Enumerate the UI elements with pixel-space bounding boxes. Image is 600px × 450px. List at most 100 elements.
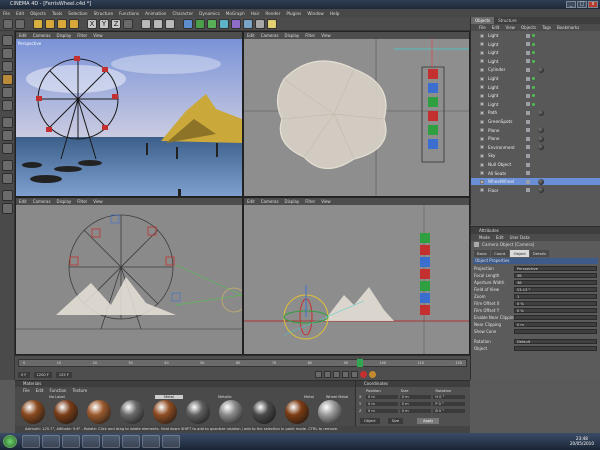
rotation-field[interactable]: H 0 ° bbox=[433, 395, 466, 399]
make-editable-icon[interactable] bbox=[2, 35, 13, 46]
workplane-icon[interactable] bbox=[2, 203, 13, 214]
object-list[interactable]: Light Light Light Light Cylinder Light Light Li… bbox=[471, 32, 600, 222]
menu-plugins[interactable]: Plugins bbox=[286, 11, 301, 16]
apply-button[interactable]: Apply bbox=[417, 417, 440, 424]
menu-edit[interactable]: Edit bbox=[16, 11, 24, 16]
start-frame-field[interactable]: 0 F bbox=[18, 371, 30, 378]
visibility-toggle[interactable] bbox=[526, 110, 530, 115]
rotation-dropdown[interactable]: Default bbox=[514, 338, 597, 344]
object-row[interactable]: Light bbox=[471, 84, 600, 91]
visibility-toggle[interactable] bbox=[526, 145, 530, 150]
visibility-toggle[interactable] bbox=[526, 102, 530, 107]
model-mode-icon[interactable] bbox=[2, 117, 13, 128]
system-clock[interactable]: 23:48 20/05/2010 bbox=[570, 436, 594, 446]
redo-icon[interactable] bbox=[15, 19, 25, 29]
size-field[interactable]: 0 m bbox=[399, 395, 432, 399]
texture-axis-icon[interactable] bbox=[2, 61, 13, 72]
material-tag-icon[interactable] bbox=[538, 144, 544, 151]
attr-menu-edit[interactable]: Edit bbox=[496, 235, 504, 240]
menu-structure[interactable]: Structure bbox=[94, 11, 113, 16]
object-row[interactable]: Path bbox=[471, 109, 600, 116]
material-swatch[interactable] bbox=[84, 400, 114, 426]
go-to-start-icon[interactable] bbox=[315, 371, 322, 378]
visibility-toggle[interactable] bbox=[526, 128, 530, 133]
menu-window[interactable]: Window bbox=[307, 11, 324, 16]
visibility-toggle[interactable] bbox=[526, 59, 530, 64]
visibility-toggle[interactable] bbox=[526, 76, 530, 81]
menu-render[interactable]: Render bbox=[265, 11, 280, 16]
material-swatch[interactable] bbox=[282, 400, 312, 426]
go-to-end-icon[interactable] bbox=[351, 371, 358, 378]
viewport-canvas[interactable] bbox=[244, 39, 469, 196]
live-select-icon[interactable] bbox=[33, 19, 43, 29]
play-icon[interactable] bbox=[333, 371, 340, 378]
material-swatch[interactable] bbox=[249, 400, 279, 426]
cinema4d-icon[interactable] bbox=[142, 435, 160, 448]
object-row[interactable]: Light bbox=[471, 92, 600, 99]
material-swatch[interactable] bbox=[117, 400, 147, 426]
tab-basic[interactable]: Basic bbox=[474, 250, 491, 257]
world-coords-icon[interactable] bbox=[123, 19, 133, 29]
undo-icon[interactable] bbox=[3, 19, 13, 29]
size-mode-dropdown[interactable]: Size bbox=[387, 417, 404, 424]
om-menu-tags[interactable]: Tags bbox=[542, 25, 551, 30]
om-menu-view[interactable]: View bbox=[505, 25, 515, 30]
attribute-value-field[interactable]: 36 bbox=[514, 272, 597, 278]
rotate-icon[interactable] bbox=[69, 19, 79, 29]
attr-menu-mode[interactable]: Mode bbox=[479, 235, 490, 240]
attribute-value-field[interactable]: Perspective bbox=[514, 265, 597, 271]
material-swatch[interactable] bbox=[51, 400, 81, 426]
render-settings-icon[interactable] bbox=[165, 19, 175, 29]
viewport-menu-view[interactable]: View bbox=[93, 33, 103, 38]
object-mode-icon[interactable] bbox=[2, 130, 13, 141]
points-mode-icon[interactable] bbox=[2, 74, 13, 85]
attribute-value-field[interactable] bbox=[514, 314, 597, 320]
viewport-front[interactable]: Edit Cameras Display Filter View bbox=[243, 197, 470, 355]
end-frame-field[interactable]: 1200 F bbox=[33, 371, 52, 378]
attribute-value-field[interactable]: 0 % bbox=[514, 307, 597, 313]
animation-mode-icon[interactable] bbox=[2, 143, 13, 154]
viewport-menu-view[interactable]: View bbox=[93, 199, 103, 204]
menu-animation[interactable]: Animation bbox=[145, 11, 166, 16]
viewport-menu-display[interactable]: Display bbox=[285, 33, 300, 38]
material-tag-icon[interactable] bbox=[538, 127, 544, 134]
spline-icon[interactable] bbox=[195, 19, 205, 29]
size-field[interactable]: 0 m bbox=[399, 402, 432, 406]
firefox-icon[interactable] bbox=[102, 435, 120, 448]
deformer-icon[interactable] bbox=[231, 19, 241, 29]
viewport-menu-cameras[interactable]: Cameras bbox=[33, 199, 51, 204]
object-row[interactable]: Light bbox=[471, 32, 600, 39]
object-row[interactable]: Light bbox=[471, 49, 600, 56]
visibility-toggle[interactable] bbox=[526, 162, 530, 167]
viewport-canvas[interactable] bbox=[16, 205, 242, 354]
tab-details[interactable]: Details bbox=[529, 250, 550, 257]
visibility-toggle[interactable] bbox=[526, 93, 530, 98]
material-tag-icon[interactable] bbox=[538, 187, 544, 194]
render-view-icon[interactable] bbox=[141, 19, 151, 29]
previous-frame-icon[interactable] bbox=[324, 371, 331, 378]
viewport-menu-edit[interactable]: Edit bbox=[19, 33, 27, 38]
object-row[interactable]: Light bbox=[471, 58, 600, 65]
material-swatch[interactable] bbox=[216, 400, 246, 426]
viewport-menu-cameras[interactable]: Cameras bbox=[261, 199, 279, 204]
timeline-ruler[interactable]: 0 10 20 30 40 50 60 70 80 90 100 110 120 bbox=[18, 359, 467, 367]
attr-menu-user-data[interactable]: User Data bbox=[510, 235, 530, 240]
viewport-menu-view[interactable]: View bbox=[321, 33, 331, 38]
om-menu-edit[interactable]: Edit bbox=[492, 25, 500, 30]
visibility-toggle[interactable] bbox=[526, 119, 530, 124]
object-row[interactable]: Light bbox=[471, 41, 600, 48]
explorer-icon[interactable] bbox=[22, 435, 40, 448]
record-icon[interactable] bbox=[360, 371, 367, 378]
maximize-button[interactable]: □ bbox=[577, 1, 587, 8]
menu-help[interactable]: Help bbox=[330, 11, 340, 16]
photoshop-icon[interactable] bbox=[162, 435, 180, 448]
autokey-icon[interactable] bbox=[369, 371, 376, 378]
object-row[interactable]: Cylinder bbox=[471, 66, 600, 73]
light-icon[interactable] bbox=[267, 19, 277, 29]
visibility-toggle[interactable] bbox=[526, 171, 530, 176]
material-swatch[interactable] bbox=[315, 400, 345, 426]
viewport-menu-cameras[interactable]: Cameras bbox=[261, 33, 279, 38]
menu-file[interactable]: File bbox=[3, 11, 10, 16]
z-axis-icon[interactable]: Z bbox=[111, 19, 121, 29]
object-row[interactable]: Environment bbox=[471, 144, 600, 151]
